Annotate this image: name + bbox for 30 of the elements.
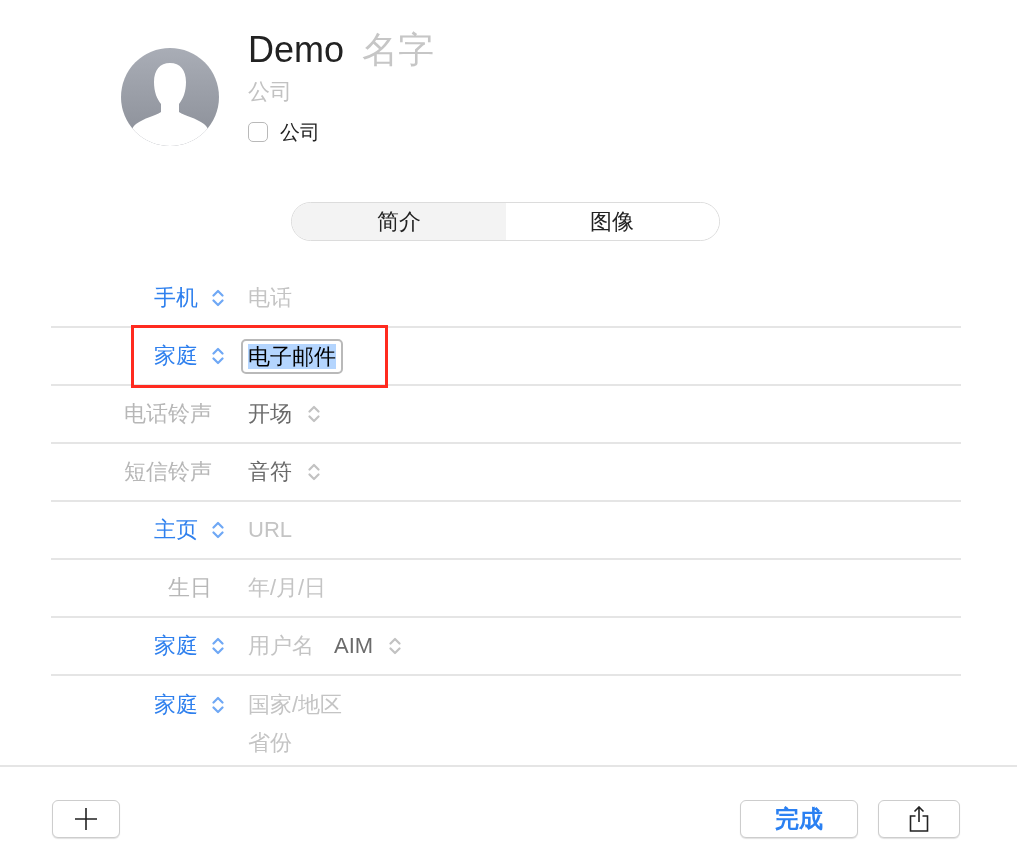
up-down-chevron-icon <box>212 289 224 307</box>
label-picker[interactable]: 家庭 <box>154 627 226 665</box>
avatar-icon[interactable] <box>121 48 219 146</box>
share-button[interactable] <box>878 800 960 838</box>
field-label: 生日 <box>168 574 213 602</box>
popup-button[interactable]: AIM <box>334 627 402 665</box>
done-button[interactable]: 完成 <box>740 800 858 838</box>
up-down-chevron-icon <box>308 463 320 481</box>
label-picker[interactable]: 家庭 <box>154 337 226 375</box>
checkbox[interactable] <box>248 122 268 142</box>
label-picker[interactable]: 主页 <box>154 511 226 549</box>
text-field[interactable]: 电子邮件 <box>241 338 343 374</box>
plus-icon <box>75 808 97 830</box>
up-down-chevron-icon <box>212 521 224 539</box>
up-down-chevron-icon <box>212 696 224 714</box>
up-down-chevron-icon <box>389 637 402 655</box>
field-label: 电话铃声 <box>124 400 213 428</box>
field-label: 短信铃声 <box>124 458 213 486</box>
up-down-chevron-icon <box>308 405 320 423</box>
label-picker[interactable]: 手机 <box>154 279 226 317</box>
share-icon <box>909 806 929 832</box>
add-button[interactable] <box>52 800 120 838</box>
name-field[interactable]: Demo <box>248 29 345 71</box>
popup-button[interactable]: 音符 <box>248 453 320 491</box>
up-down-chevron-icon <box>212 347 224 365</box>
tab[interactable]: 简介 <box>292 203 506 240</box>
label-picker[interactable]: 家庭 <box>154 686 226 724</box>
up-down-chevron-icon <box>212 637 224 655</box>
checkbox-label[interactable]: 公司 <box>280 118 320 146</box>
popup-button[interactable]: 开场 <box>248 395 320 433</box>
